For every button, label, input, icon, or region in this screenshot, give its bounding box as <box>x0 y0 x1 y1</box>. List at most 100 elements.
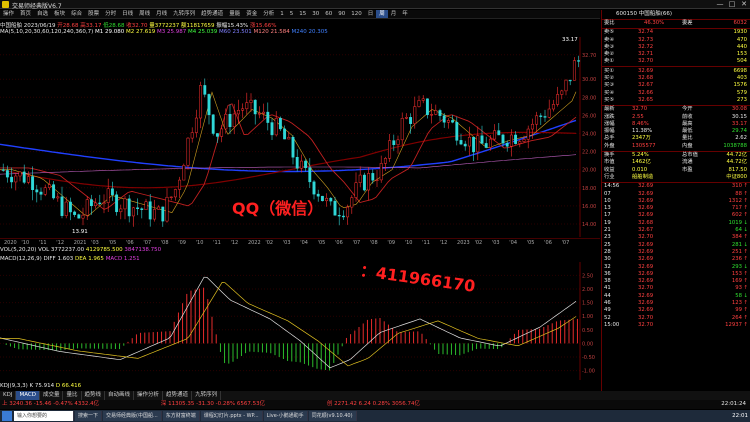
indicator-tab[interactable]: MACD <box>16 391 40 400</box>
toolbar-item[interactable]: 90 <box>335 10 348 18</box>
price-axis-label: 18.00 <box>582 186 596 192</box>
tick-time: 49 <box>604 307 611 314</box>
tick-time: 46 <box>604 299 611 306</box>
stat-value: 8.46% <box>632 120 649 127</box>
taskbar-app[interactable]: 课程幻灯片.pptx - WP... <box>200 411 263 421</box>
candle-body <box>560 90 564 95</box>
macd-axis-label: 2.00 <box>582 287 593 293</box>
toolbar-item[interactable]: 月 <box>388 10 400 18</box>
toolbar-item[interactable]: 120 <box>348 10 365 18</box>
toolbar-item[interactable]: 日 <box>365 10 377 18</box>
toolbar-item[interactable]: 周 <box>376 10 388 18</box>
toolbar-item[interactable]: 趋势通道 <box>198 10 226 18</box>
toolbar-item[interactable]: 股票 <box>85 10 102 18</box>
tick-time: 36 <box>604 270 611 277</box>
taskbar-app[interactable]: 同花顺(v9.10.40) <box>308 411 357 421</box>
tick-time: 21 <box>604 227 611 234</box>
indicator-tab[interactable]: 成交量 <box>40 391 64 400</box>
candle-body <box>421 98 425 101</box>
taskbar-app[interactable]: Live-小鹅通助手 <box>263 411 308 421</box>
candle-body <box>497 130 501 136</box>
toolbar-item[interactable]: 5 <box>287 10 297 18</box>
macd-chart[interactable]: 2.50 2.00 1.50 1.00 0.50 0.00 -0.50 -1.00 <box>0 262 600 380</box>
date-tick-label: '06 <box>125 240 134 246</box>
candle-body <box>287 137 291 140</box>
toolbar-item[interactable]: 年 <box>399 10 411 18</box>
toolbar-item[interactable]: 首页 <box>17 10 34 18</box>
tick-volume: 93 <box>735 285 742 292</box>
stat-row: 涨幅 8.46% 最高 33.17 <box>602 121 750 128</box>
sell-level-row: 卖① 32.70 504 <box>602 58 750 65</box>
level-volume: 6698 <box>733 67 747 74</box>
price-axis-label: 22.00 <box>582 150 596 156</box>
toolbar-item[interactable]: 综合 <box>68 10 85 18</box>
toolbar-item[interactable]: 自选 <box>34 10 51 18</box>
toolbar-item[interactable]: 资金 <box>243 10 260 18</box>
stat-row: 涨跌 2.55 前收 30.15 <box>602 114 750 121</box>
toolbar-item[interactable]: 15 <box>296 10 309 18</box>
taskbar-app[interactable]: 交易师经典版(中国船... <box>103 411 162 421</box>
close-button[interactable]: ✕ <box>738 0 750 9</box>
candle-body <box>308 167 312 183</box>
indicator-tab[interactable]: 自动画线 <box>105 391 135 400</box>
candle-body <box>304 160 308 169</box>
candle-body <box>564 79 568 92</box>
indicator-tabs: KDJ MACD 成交量 量比 趋势线 自动画线 操作分析 趋势通道 九转序列 <box>0 391 750 400</box>
candle-body <box>22 171 26 183</box>
level-volume: 273 <box>736 96 747 103</box>
candle-body <box>417 100 421 107</box>
toolbar-item[interactable]: 九转序列 <box>170 10 198 18</box>
toolbar-item[interactable]: 操作 <box>0 10 17 18</box>
candle-body <box>493 130 497 140</box>
toolbar-item[interactable]: 量能 <box>226 10 243 18</box>
stat-value: 30.08 <box>731 106 747 113</box>
candle-body <box>241 108 245 111</box>
indicator-tab[interactable]: 操作分析 <box>134 391 164 400</box>
tick-time: 23 <box>604 234 611 241</box>
toolbar-item[interactable]: 日线 <box>119 10 136 18</box>
candle-body <box>442 115 446 123</box>
date-tick-label: '09 <box>178 240 186 246</box>
stat-value: 817.50 <box>728 166 747 173</box>
candle-body <box>194 117 198 133</box>
date-tick-label: '06 <box>335 240 343 246</box>
stat-value: 32.70 <box>632 106 648 113</box>
candle-body <box>535 115 539 125</box>
indicator-tab[interactable]: 量比 <box>63 391 82 400</box>
toolbar-item[interactable]: 周线 <box>136 10 153 18</box>
stat-label: 最新 <box>604 106 615 113</box>
macd-axis-label: -1.00 <box>582 369 595 375</box>
toolbar-item[interactable]: 30 <box>309 10 322 18</box>
candle-body <box>299 160 303 169</box>
taskbar-app[interactable]: 东方财富终端 <box>162 411 200 421</box>
date-tick-label: '12 <box>439 240 448 246</box>
stat-row: 外盘 1305577 内盘 1038788 <box>602 143 750 150</box>
search-box[interactable]: 输入你想要的 <box>14 411 74 421</box>
ma-label: MA(5,10,20,30,60,120,240,360,7) <box>0 29 94 35</box>
indicator-tab[interactable]: 九转序列 <box>192 391 222 400</box>
minimize-button[interactable]: — <box>714 0 726 9</box>
toolbar-item[interactable]: 60 <box>322 10 335 18</box>
level-volume: 153 <box>736 51 747 58</box>
indicator-tab[interactable]: 趋势线 <box>82 391 106 400</box>
indicator-tab[interactable]: KDJ <box>0 391 17 400</box>
date-tick-label: '12 <box>56 240 65 246</box>
candle-body <box>203 85 207 95</box>
candle-body <box>404 117 408 119</box>
taskbar-app[interactable]: 搜索一下 <box>75 411 103 421</box>
toolbar-item[interactable]: 月线 <box>153 10 170 18</box>
arrow-down-icon: ↓ <box>743 292 748 299</box>
stat-value: 1305577 <box>632 142 656 149</box>
tick-volume: 264 <box>731 314 742 321</box>
toolbar-item[interactable]: 板块 <box>51 10 68 18</box>
vol-value-2: 4129785.500 <box>85 247 123 253</box>
candle-body <box>551 104 555 110</box>
toolbar-item[interactable]: 分析 <box>260 10 277 18</box>
toolbar-item[interactable]: 1 <box>277 10 287 18</box>
tick-time: 25 <box>604 241 611 248</box>
candle-body <box>98 202 102 205</box>
start-icon[interactable] <box>2 411 12 421</box>
maximize-button[interactable]: □ <box>726 0 738 9</box>
toolbar-item[interactable]: 分时 <box>102 10 119 18</box>
indicator-tab[interactable]: 趋势通道 <box>163 391 193 400</box>
